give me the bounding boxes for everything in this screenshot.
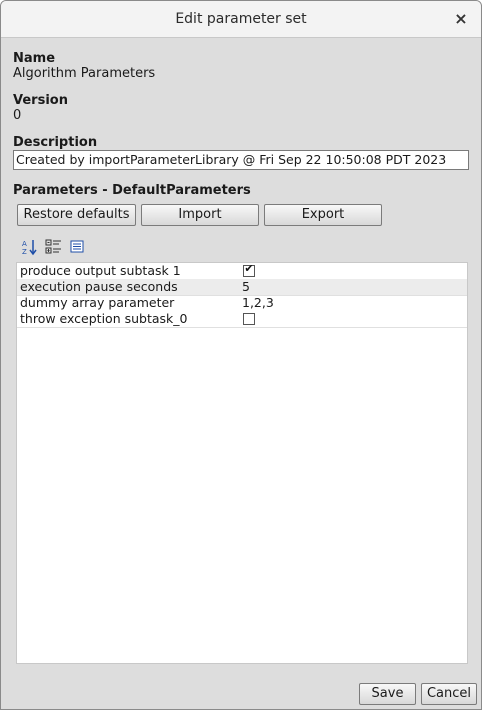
save-button[interactable]: Save bbox=[359, 683, 416, 705]
param-value[interactable]: 5 bbox=[242, 279, 250, 295]
table-row[interactable]: throw exception subtask_0 bbox=[17, 311, 467, 328]
param-name: execution pause seconds bbox=[20, 279, 178, 294]
param-name: dummy array parameter bbox=[20, 295, 175, 310]
import-button[interactable]: Import bbox=[141, 204, 259, 226]
sort-alphabetical-icon[interactable]: A Z bbox=[21, 238, 39, 256]
svg-text:Z: Z bbox=[22, 248, 27, 256]
throw-exception-checkbox[interactable] bbox=[243, 313, 255, 325]
table-row[interactable]: produce output subtask 1 ✔ bbox=[17, 263, 467, 280]
restore-defaults-button[interactable]: Restore defaults bbox=[17, 204, 136, 226]
name-value: Algorithm Parameters bbox=[13, 66, 156, 81]
cancel-button[interactable]: Cancel bbox=[421, 683, 477, 705]
param-value[interactable]: 1,2,3 bbox=[242, 295, 274, 311]
table-row[interactable]: dummy array parameter 1,2,3 bbox=[17, 295, 467, 312]
svg-text:A: A bbox=[22, 240, 27, 248]
version-value: 0 bbox=[13, 108, 22, 123]
param-name: throw exception subtask_0 bbox=[20, 311, 188, 326]
categorized-view-icon[interactable] bbox=[45, 238, 63, 256]
description-label: Description bbox=[13, 135, 98, 150]
param-name: produce output subtask 1 bbox=[20, 263, 181, 278]
title-bar: Edit parameter set × bbox=[1, 1, 481, 38]
export-button[interactable]: Export bbox=[264, 204, 382, 226]
checkmark-icon: ✔ bbox=[244, 262, 254, 275]
produce-output-checkbox[interactable]: ✔ bbox=[243, 262, 255, 277]
parameters-heading: Parameters - DefaultParameters bbox=[13, 183, 251, 198]
description-toggle-icon[interactable] bbox=[69, 238, 87, 256]
table-row[interactable]: execution pause seconds 5 bbox=[17, 279, 467, 296]
version-label: Version bbox=[13, 93, 68, 108]
dialog-title: Edit parameter set bbox=[175, 11, 307, 27]
name-label: Name bbox=[13, 51, 56, 66]
parameters-table: produce output subtask 1 ✔ execution pau… bbox=[16, 262, 468, 664]
close-button[interactable]: × bbox=[451, 9, 471, 29]
edit-parameter-set-dialog: Edit parameter set × Name Algorithm Para… bbox=[0, 0, 482, 710]
description-field[interactable]: Created by importParameterLibrary @ Fri … bbox=[13, 150, 469, 170]
